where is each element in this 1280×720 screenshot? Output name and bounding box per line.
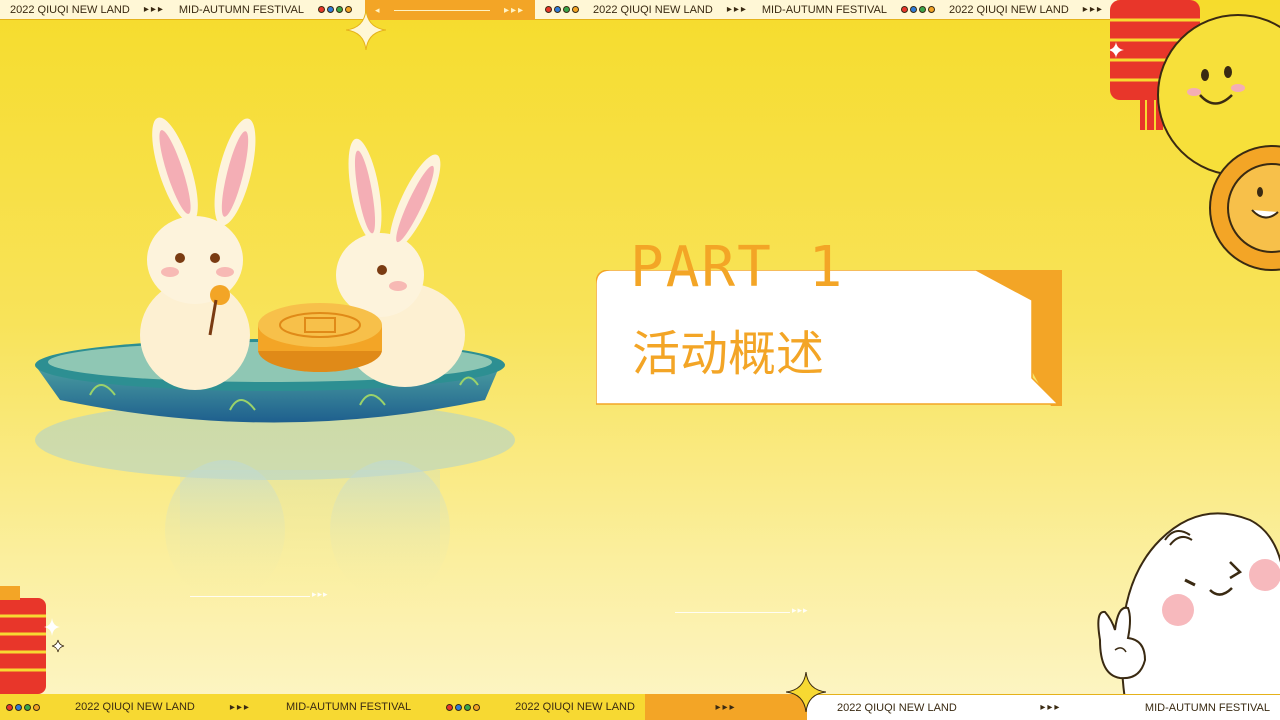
ribbon-land-text: 2022 QIUQI NEW LAND <box>75 701 195 713</box>
bottom-ribbon-segment-1: 2022 QIUQI NEW LAND ▸▸▸ MID-AUTUMN FESTI… <box>0 694 645 720</box>
rabbits-on-boat-icon <box>35 117 515 610</box>
sparkle-icon <box>786 672 826 712</box>
top-ribbon: 2022 QIUQI NEW LAND ▸▸▸ MID-AUTUMN FESTI… <box>0 0 1117 20</box>
top-ribbon-segment-3: 2022 QIUQI NEW LAND ▸▸▸ MID-AUTUMN FESTI… <box>535 0 1117 20</box>
colored-dots-icon <box>6 703 40 711</box>
colored-dots-icon <box>446 703 481 711</box>
sparkle-icon <box>346 10 386 50</box>
decorative-line <box>190 596 310 597</box>
ribbon-arrows: ▸▸▸ <box>1040 702 1062 713</box>
ribbon-festival-text: MID-AUTUMN FESTIVAL <box>178 3 304 16</box>
ribbon-line <box>393 9 490 11</box>
ribbon-line-arrows: ▸▸▸ <box>503 4 525 16</box>
bottom-ribbon-segment-3: 2022 QIUQI NEW LAND ▸▸▸ MID-AUTUMN FESTI… <box>807 694 1280 720</box>
ribbon-land-text: 2022 QIUQI NEW LAND <box>948 3 1069 16</box>
decorative-arrows: ▸▸▸ <box>792 606 809 616</box>
lantern-icon <box>0 586 65 694</box>
ribbon-arrows: ▸▸▸ <box>715 701 737 713</box>
ribbon-festival-text: MID-AUTUMN FESTIVAL <box>285 701 412 713</box>
ribbon-land-text: 2022 QIUQI NEW LAND <box>515 701 635 713</box>
ribbon-festival-text: MID-AUTUMN FESTIVAL <box>761 3 887 16</box>
ribbon-arrows: ▸▸▸ <box>1082 4 1104 15</box>
section-title: 活动概述 <box>632 326 825 382</box>
section-title-card: PART 1 活动概述 <box>596 240 1062 406</box>
top-ribbon-segment-1: 2022 QIUQI NEW LAND ▸▸▸ MID-AUTUMN FESTI… <box>0 0 365 20</box>
top-ribbon-segment-2: ◂ ▸▸▸ <box>365 0 535 20</box>
top-right-decoration <box>1110 0 1280 271</box>
decorative-line <box>675 612 790 613</box>
ribbon-arrows: ▸▸▸ <box>229 701 251 713</box>
colored-dots-icon <box>545 6 579 13</box>
ribbon-land-text: 2022 QIUQI NEW LAND <box>10 3 130 16</box>
ribbon-arrows: ▸▸▸ <box>726 4 748 15</box>
ghost-icon <box>1097 512 1280 700</box>
ribbon-festival-text: MID-AUTUMN FESTIVAL <box>1144 701 1270 714</box>
ribbon-land-text: 2022 QIUQI NEW LAND <box>593 3 713 16</box>
part-title: PART 1 <box>630 235 845 300</box>
ribbon-arrows: ▸▸▸ <box>143 4 165 15</box>
ribbon-land-text: 2022 QIUQI NEW LAND <box>837 701 957 714</box>
colored-dots-icon <box>900 6 935 13</box>
bottom-ribbon: 2022 QIUQI NEW LAND ▸▸▸ MID-AUTUMN FESTI… <box>0 694 1280 720</box>
decorative-arrows: ▸▸▸ <box>312 590 329 600</box>
bottom-ribbon-segment-2: ▸▸▸ <box>645 694 807 720</box>
